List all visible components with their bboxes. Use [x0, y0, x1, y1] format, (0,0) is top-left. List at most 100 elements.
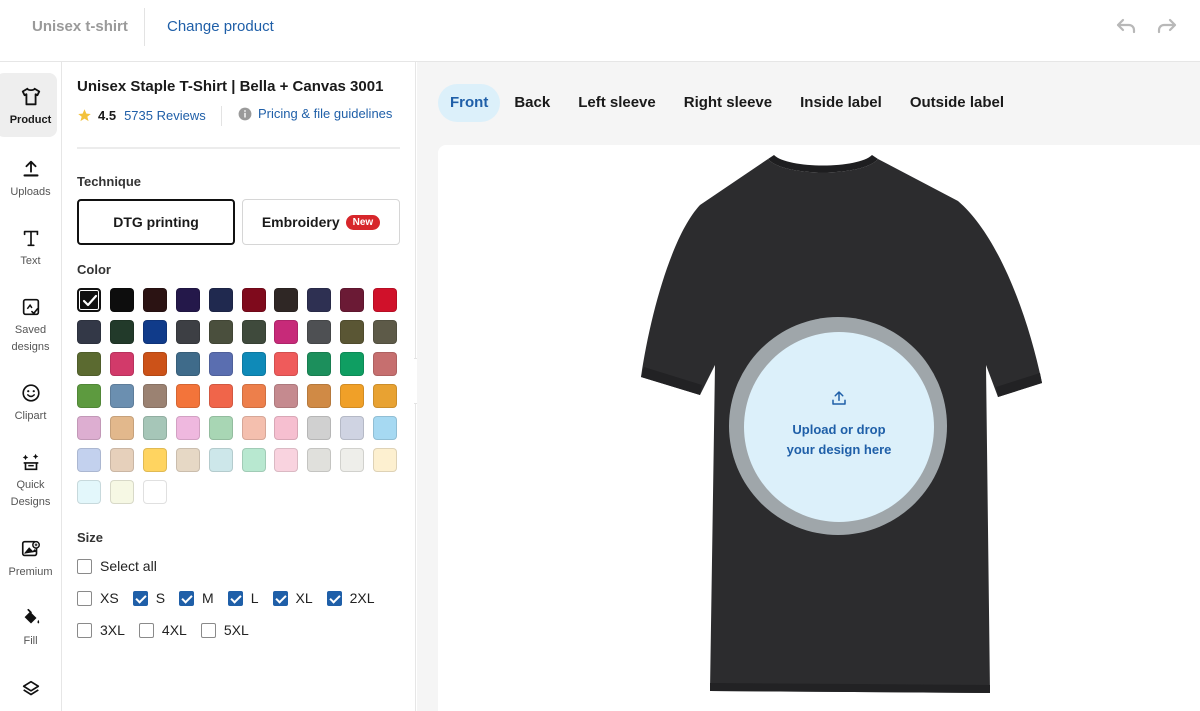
color-swatch[interactable] — [307, 320, 331, 344]
color-swatch[interactable] — [242, 448, 266, 472]
color-swatch[interactable] — [176, 416, 200, 440]
tab-right-sleeve[interactable]: Right sleeve — [670, 84, 786, 122]
color-swatch[interactable] — [340, 288, 364, 312]
color-swatch[interactable] — [242, 384, 266, 408]
color-swatch[interactable] — [143, 448, 167, 472]
color-swatch[interactable] — [340, 352, 364, 376]
color-swatch[interactable] — [110, 480, 134, 504]
size-option[interactable]: XL — [272, 590, 313, 606]
undo-icon[interactable] — [1114, 16, 1138, 38]
color-swatch[interactable] — [209, 448, 233, 472]
change-product-link[interactable]: Change product — [167, 18, 274, 35]
redo-icon[interactable] — [1155, 16, 1179, 38]
color-swatch[interactable] — [274, 448, 298, 472]
color-swatch[interactable] — [143, 384, 167, 408]
color-swatch[interactable] — [143, 416, 167, 440]
color-swatch[interactable] — [209, 288, 233, 312]
color-swatch[interactable] — [209, 352, 233, 376]
tab-inside-label[interactable]: Inside label — [786, 84, 896, 122]
tab-left-sleeve[interactable]: Left sleeve — [564, 84, 670, 122]
color-swatch[interactable] — [307, 384, 331, 408]
technique-embroidery-button[interactable]: Embroidery New — [242, 199, 400, 245]
color-swatch[interactable] — [176, 320, 200, 344]
rail-item-product[interactable]: Product — [0, 73, 61, 137]
color-swatch[interactable] — [77, 480, 101, 504]
color-swatch[interactable] — [274, 288, 298, 312]
guidelines-link[interactable]: Pricing & file guidelines — [238, 106, 392, 121]
color-swatch[interactable] — [274, 416, 298, 440]
rail-item-premium[interactable]: Premium — [0, 538, 61, 581]
size-checkbox[interactable] — [227, 590, 243, 606]
rail-item-text[interactable]: Text — [0, 227, 61, 270]
size-checkbox[interactable] — [326, 590, 342, 606]
color-swatch[interactable] — [77, 448, 101, 472]
color-swatch[interactable] — [209, 416, 233, 440]
color-swatch[interactable] — [274, 352, 298, 376]
size-option[interactable]: 4XL — [138, 622, 187, 638]
tab-outside-label[interactable]: Outside label — [896, 84, 1018, 122]
color-swatch[interactable] — [77, 288, 101, 312]
size-option[interactable]: 3XL — [77, 622, 125, 638]
color-swatch[interactable] — [110, 320, 134, 344]
technique-dtg-button[interactable]: DTG printing — [77, 199, 235, 245]
color-swatch[interactable] — [373, 384, 397, 408]
color-swatch[interactable] — [176, 288, 200, 312]
color-swatch[interactable] — [143, 320, 167, 344]
rail-item-fill[interactable]: Fill — [0, 607, 61, 650]
color-swatch[interactable] — [373, 288, 397, 312]
color-swatch[interactable] — [373, 448, 397, 472]
size-checkbox[interactable] — [200, 622, 216, 638]
color-swatch[interactable] — [110, 288, 134, 312]
color-swatch[interactable] — [274, 320, 298, 344]
color-swatch[interactable] — [209, 320, 233, 344]
color-swatch[interactable] — [242, 288, 266, 312]
color-swatch[interactable] — [373, 352, 397, 376]
color-swatch[interactable] — [340, 448, 364, 472]
color-swatch[interactable] — [110, 448, 134, 472]
size-option[interactable]: XS — [77, 590, 119, 606]
color-swatch[interactable] — [274, 384, 298, 408]
color-swatch[interactable] — [143, 288, 167, 312]
size-checkbox[interactable] — [77, 590, 92, 606]
size-option[interactable]: 2XL — [326, 590, 375, 606]
rail-item-saved-designs[interactable]: Saved designs — [0, 296, 61, 356]
size-checkbox[interactable] — [77, 622, 92, 638]
size-option[interactable]: L — [227, 590, 259, 606]
rail-item-uploads[interactable]: Uploads — [0, 158, 61, 201]
color-swatch[interactable] — [77, 384, 101, 408]
reviews-link[interactable]: 5735 Reviews — [124, 108, 206, 123]
color-swatch[interactable] — [340, 384, 364, 408]
color-swatch[interactable] — [143, 480, 167, 504]
color-swatch[interactable] — [209, 384, 233, 408]
color-swatch[interactable] — [110, 384, 134, 408]
color-swatch[interactable] — [242, 320, 266, 344]
color-swatch[interactable] — [373, 416, 397, 440]
rail-item-layers[interactable] — [0, 678, 61, 700]
color-swatch[interactable] — [242, 416, 266, 440]
size-option[interactable]: S — [132, 590, 165, 606]
color-swatch[interactable] — [307, 352, 331, 376]
select-all-option[interactable]: Select all — [77, 558, 157, 574]
color-swatch[interactable] — [176, 384, 200, 408]
select-all-checkbox[interactable] — [77, 558, 92, 574]
tab-front[interactable]: Front — [438, 84, 501, 122]
size-option[interactable]: M — [179, 590, 214, 606]
rail-item-clipart[interactable]: Clipart — [0, 382, 61, 425]
size-checkbox[interactable] — [132, 590, 148, 606]
size-checkbox[interactable] — [179, 590, 195, 606]
size-checkbox[interactable] — [138, 622, 154, 638]
rail-item-quick-designs[interactable]: Quick Designs — [0, 451, 61, 511]
tab-back[interactable]: Back — [500, 84, 564, 122]
color-swatch[interactable] — [77, 352, 101, 376]
size-option[interactable]: 5XL — [200, 622, 249, 638]
color-swatch[interactable] — [307, 416, 331, 440]
color-swatch[interactable] — [77, 416, 101, 440]
color-swatch[interactable] — [176, 448, 200, 472]
size-checkbox[interactable] — [272, 590, 288, 606]
color-swatch[interactable] — [373, 320, 397, 344]
color-swatch[interactable] — [176, 352, 200, 376]
color-swatch[interactable] — [340, 416, 364, 440]
color-swatch[interactable] — [242, 352, 266, 376]
color-swatch[interactable] — [110, 352, 134, 376]
upload-drop-zone[interactable]: Upload or drop your design here — [744, 332, 934, 522]
